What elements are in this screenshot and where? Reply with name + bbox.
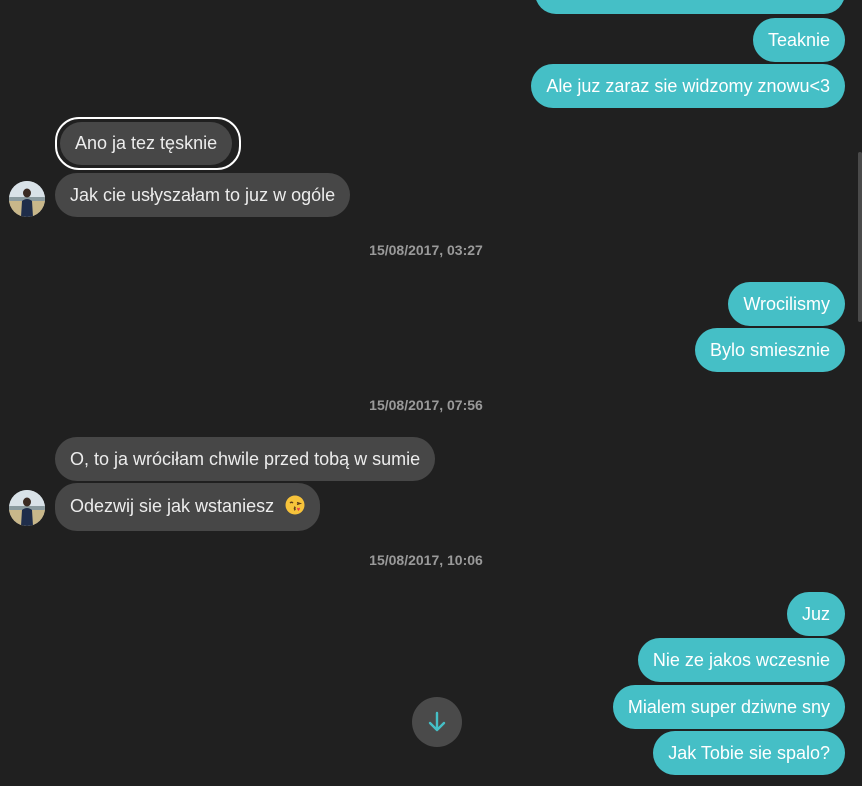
incoming-message[interactable]: Jak cie usłyszałam to juz w ogóle [55, 173, 351, 217]
message-text: O, to ja wróciłam chwile przed tobą w su… [70, 449, 421, 469]
message-text: Jak cie usłyszałam to juz w ogóle [70, 185, 336, 205]
message-text: Nie ze jakos wczesnie [652, 650, 830, 670]
message-text: Bylo smiesznie [709, 340, 830, 360]
avatar-image [9, 181, 45, 217]
incoming-message-selected[interactable]: Ano ja tez tęsknie [60, 122, 233, 165]
message-text: Juz [801, 604, 830, 624]
outgoing-message[interactable]: Mialem super dziwne sny [612, 685, 845, 729]
outgoing-message[interactable]: Ale juz zaraz sie widzomy znowu<3 [531, 64, 845, 108]
message-text: Ale juz zaraz sie widzomy znowu<3 [546, 76, 830, 96]
outgoing-message[interactable]: Bylo smiesznie [694, 328, 845, 372]
outgoing-message[interactable]: Jak Tobie sie spalo? [653, 731, 845, 775]
scroll-to-bottom-button[interactable] [412, 697, 462, 747]
timestamp: 15/08/2017, 07:56 [369, 397, 483, 413]
outgoing-message[interactable]: Teaknie [752, 18, 845, 62]
avatar-image [9, 490, 45, 526]
kissing-face-emoji-icon [285, 495, 305, 519]
timestamp: 15/08/2017, 10:06 [369, 552, 483, 568]
incoming-message[interactable]: Odezwij sie jak wstaniesz [55, 483, 321, 531]
outgoing-message-partial[interactable] [535, 0, 845, 14]
message-text: Wrocilismy [743, 294, 830, 314]
message-text: Ano ja tez tęsknie [75, 133, 218, 153]
outgoing-message[interactable]: Juz [786, 592, 845, 636]
timestamp: 15/08/2017, 03:27 [369, 242, 483, 258]
contact-avatar[interactable] [9, 181, 45, 217]
message-text: Jak Tobie sie spalo? [668, 743, 830, 763]
incoming-message[interactable]: O, to ja wróciłam chwile przed tobą w su… [55, 437, 436, 481]
contact-avatar[interactable] [9, 490, 45, 526]
message-text: Teaknie [767, 30, 830, 50]
outgoing-message[interactable]: Wrocilismy [728, 282, 845, 326]
arrow-down-icon [428, 711, 446, 732]
message-text: Mialem super dziwne sny [627, 697, 830, 717]
outgoing-message[interactable]: Nie ze jakos wczesnie [637, 638, 845, 682]
scrollbar-thumb[interactable] [858, 152, 862, 322]
message-text: Odezwij sie jak wstaniesz [70, 495, 275, 516]
